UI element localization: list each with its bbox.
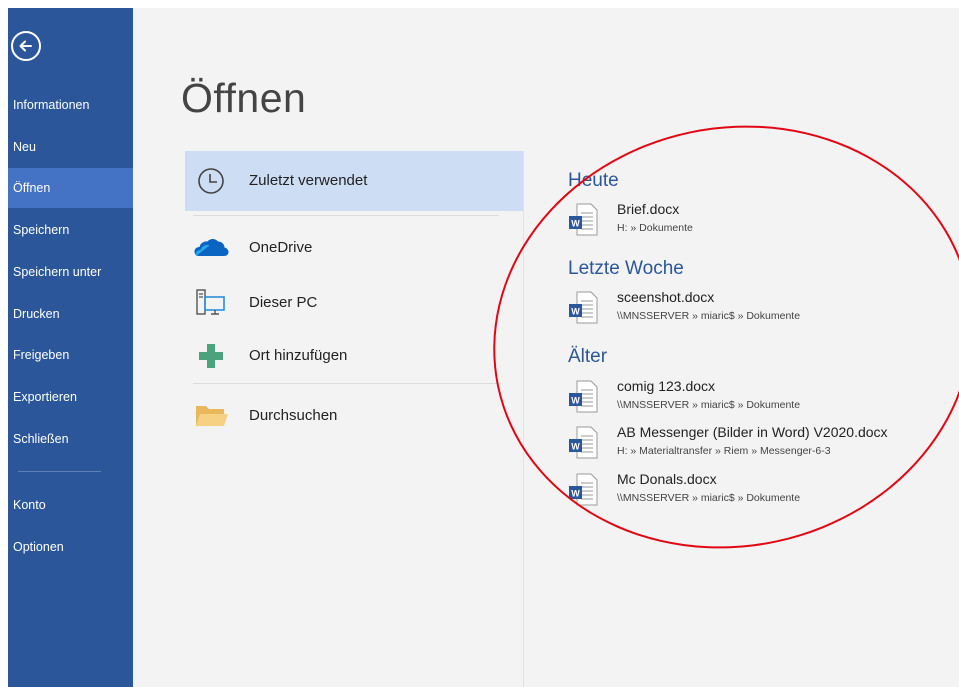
plus-icon	[199, 344, 223, 368]
file-path: \\MNSSERVER » miaric$ » Dokumente	[617, 399, 801, 411]
file-name: Mc Donals.docx	[617, 471, 717, 487]
group-heading-today: Heute	[568, 170, 619, 191]
svg-text:W: W	[571, 307, 580, 317]
group-heading-older: Älter	[568, 346, 608, 367]
nav-neu[interactable]: Neu	[8, 127, 133, 167]
recent-file-item[interactable]: W comig 123.docx \\MNSSERVER » miaric$ »…	[568, 378, 959, 416]
column-divider	[523, 151, 524, 687]
svg-text:W: W	[571, 219, 580, 229]
folder-icon	[196, 406, 228, 426]
page-title: Öffnen	[181, 75, 307, 121]
separator	[193, 383, 499, 384]
nav-oeffnen[interactable]: Öffnen	[8, 168, 133, 208]
separator	[193, 215, 499, 216]
onedrive-cloud-icon	[194, 239, 229, 256]
recent-file-item[interactable]: W Brief.docx H: » Dokumente	[568, 201, 959, 239]
nav-optionen[interactable]: Optionen	[8, 527, 133, 567]
word-document-icon: W	[569, 380, 598, 413]
nav-speichern-unter[interactable]: Speichern unter	[8, 252, 133, 292]
file-path: H: » Materialtransfer » Riem » Messenger…	[617, 445, 831, 457]
location-browse[interactable]: Durchsuchen	[185, 386, 523, 446]
location-this-pc[interactable]: Dieser PC	[185, 273, 523, 333]
file-name: AB Messenger (Bilder in Word) V2020.docx	[617, 424, 888, 440]
location-label: Durchsuchen	[249, 407, 338, 424]
svg-text:W: W	[571, 489, 580, 499]
word-document-icon: W	[569, 291, 598, 324]
nav-freigeben[interactable]: Freigeben	[8, 335, 133, 375]
word-document-icon: W	[569, 203, 598, 236]
file-path: H: » Dokumente	[617, 222, 693, 234]
clock-icon	[198, 168, 224, 194]
nav-informationen[interactable]: Informationen	[8, 85, 133, 125]
file-name: comig 123.docx	[617, 378, 716, 394]
location-label: Ort hinzufügen	[249, 347, 348, 364]
nav-speichern[interactable]: Speichern	[8, 210, 133, 250]
location-onedrive[interactable]: OneDrive	[185, 218, 523, 278]
file-path: \\MNSSERVER » miaric$ » Dokumente	[617, 310, 801, 322]
location-label: OneDrive	[249, 239, 313, 256]
location-label: Zuletzt verwendet	[249, 172, 368, 189]
location-label: Dieser PC	[249, 294, 318, 311]
location-recent[interactable]: Zuletzt verwendet	[185, 151, 523, 211]
nav-divider	[18, 471, 101, 472]
file-path: \\MNSSERVER » miaric$ » Dokumente	[617, 492, 801, 504]
svg-text:W: W	[571, 442, 580, 452]
group-heading-last-week: Letzte Woche	[568, 258, 684, 279]
nav-schliessen[interactable]: Schließen	[8, 419, 133, 459]
recent-file-item[interactable]: W AB Messenger (Bilder in Word) V2020.do…	[568, 424, 959, 462]
file-name: sceenshot.docx	[617, 289, 715, 305]
backstage-sidebar: Informationen Neu Öffnen Speichern Speic…	[8, 8, 133, 687]
word-document-icon: W	[569, 426, 598, 459]
back-arrow-icon[interactable]	[11, 31, 41, 61]
file-name: Brief.docx	[617, 201, 680, 217]
svg-text:W: W	[571, 396, 580, 406]
word-document-icon: W	[569, 473, 598, 506]
nav-exportieren[interactable]: Exportieren	[8, 377, 133, 417]
recent-file-item[interactable]: W sceenshot.docx \\MNSSERVER » miaric$ »…	[568, 289, 959, 327]
nav-konto[interactable]: Konto	[8, 485, 133, 525]
recent-file-item[interactable]: W Mc Donals.docx \\MNSSERVER » miaric$ »…	[568, 471, 959, 509]
location-add-place[interactable]: Ort hinzufügen	[185, 326, 523, 386]
computer-icon	[196, 289, 225, 315]
nav-drucken[interactable]: Drucken	[8, 294, 133, 334]
